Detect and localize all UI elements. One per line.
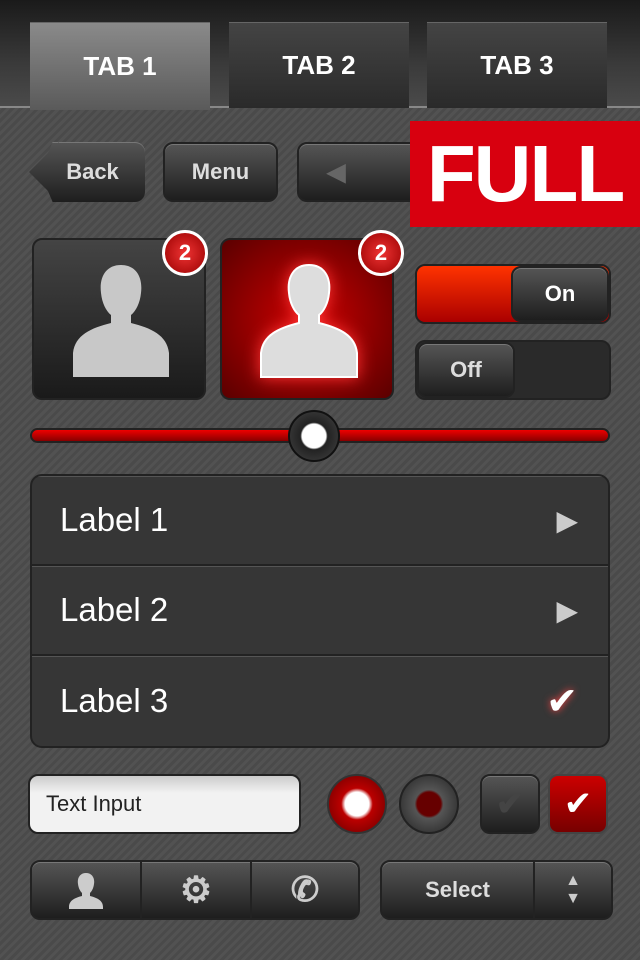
profile-button[interactable] — [32, 862, 142, 918]
full-logo: FULL — [410, 121, 640, 227]
list-item-label: Label 3 — [60, 682, 169, 719]
gear-icon: ⚙ — [179, 869, 213, 910]
checkmark-icon: ✔ — [546, 680, 578, 723]
settings-button[interactable]: ⚙ — [142, 862, 252, 918]
tab-1[interactable]: TAB 1 — [30, 22, 210, 110]
notification-badge: 2 — [162, 230, 208, 276]
icon-toolbar: ⚙ ✆ — [30, 860, 360, 920]
toggle-knob: On — [511, 266, 609, 322]
slider-thumb[interactable] — [288, 410, 341, 462]
list-item[interactable]: Label 1 ▶ — [32, 476, 608, 566]
call-button[interactable]: ✆ — [252, 862, 358, 918]
radio-unselected[interactable] — [399, 774, 459, 834]
user-icon — [69, 873, 103, 909]
chevron-right-icon: ▶ — [556, 594, 578, 626]
select-label: Select — [382, 862, 535, 918]
select-dropdown[interactable]: Select ▲ ▼ — [380, 860, 613, 920]
toggle-on[interactable]: On — [415, 264, 611, 324]
checkmark-icon: ✔ — [495, 785, 525, 823]
tab-3[interactable]: TAB 3 — [427, 22, 607, 108]
list: Label 1 ▶ Label 2 ▶ Label 3 ✔ — [30, 474, 610, 748]
radio-selected[interactable] — [327, 774, 387, 834]
list-item[interactable]: Label 3 ✔ — [32, 656, 608, 746]
list-item-label: Label 1 — [60, 501, 169, 538]
checkmark-icon: ✔ — [563, 785, 593, 823]
toggle-knob: Off — [417, 342, 515, 398]
back-arrow — [29, 142, 59, 202]
toggle-off[interactable]: Off — [415, 340, 611, 400]
menu-button[interactable]: Menu — [163, 142, 278, 202]
list-item-label: Label 2 — [60, 591, 169, 628]
text-input[interactable]: Text Input — [28, 774, 301, 834]
checkbox-unchecked[interactable]: ✔ — [480, 774, 540, 834]
chevron-right-icon: ▶ — [556, 504, 578, 536]
tab-2[interactable]: TAB 2 — [229, 22, 409, 108]
notification-badge: 2 — [358, 230, 404, 276]
list-item[interactable]: Label 2 ▶ — [32, 566, 608, 656]
left-arrow-icon: ◀ — [327, 158, 346, 186]
up-down-arrows-icon: ▲ ▼ — [565, 872, 581, 907]
checkbox-checked[interactable]: ✔ — [548, 774, 608, 834]
phone-icon: ✆ — [290, 871, 320, 909]
